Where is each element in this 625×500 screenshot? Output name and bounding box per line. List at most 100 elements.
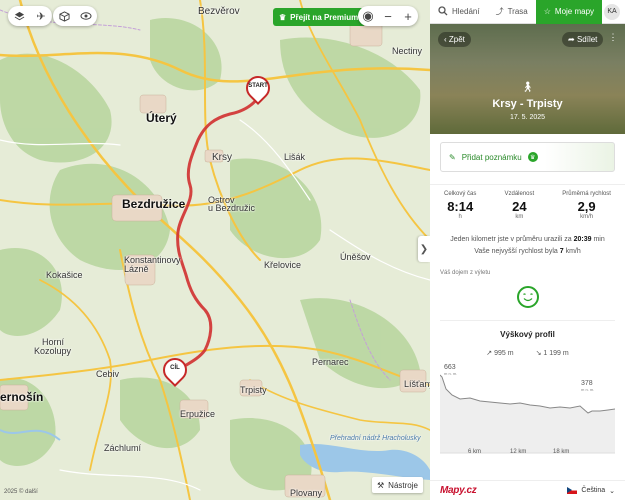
stat-value: 24	[512, 199, 527, 214]
search-icon	[438, 5, 448, 18]
stat-item: Vzdálenost 24 km	[504, 191, 534, 220]
place-label[interactable]: Krsy	[212, 152, 232, 163]
nav-mymaps[interactable]: ☆ Moje mapy	[535, 0, 603, 24]
tools-icon: ⚒	[377, 480, 385, 490]
speed-unit: km/h	[565, 248, 581, 255]
add-note-button[interactable]: ✎ Přidat poznámku ♛	[440, 142, 615, 172]
airplane-icon[interactable]: ✈	[30, 6, 52, 26]
speed-value: 7	[559, 248, 564, 255]
ascent-value: 995 m	[494, 350, 514, 357]
add-note-label: Přidat poznámku	[461, 152, 522, 162]
profile-tick-6: 6 km	[468, 449, 481, 455]
place-label[interactable]: Bezdružice	[122, 197, 185, 211]
place-label[interactable]: Lázně	[124, 264, 149, 274]
map-background	[0, 0, 430, 500]
map-toolbar-left: ✈	[8, 6, 52, 26]
place-label[interactable]: Lišák	[284, 152, 305, 162]
place-label[interactable]: Pernarec	[312, 357, 349, 367]
place-label[interactable]: Kokašice	[46, 270, 83, 280]
place-label[interactable]: ernošín	[0, 390, 43, 404]
zoom-out-button[interactable]: −	[378, 9, 398, 24]
back-label: Zpět	[448, 35, 465, 44]
nav-route[interactable]: ⤴ Trasa	[488, 0, 536, 24]
profile-tick-18: 18 km	[553, 449, 569, 455]
place-label[interactable]: u Bezdružic	[208, 203, 255, 213]
profile-tick-12: 12 km	[510, 449, 526, 455]
place-label[interactable]: Erpužice	[180, 409, 215, 419]
place-label[interactable]: Křelovice	[264, 260, 301, 270]
tools-button[interactable]: ⚒ Nástroje	[372, 477, 423, 493]
mapy-logo[interactable]: Mapy.cz	[440, 485, 477, 496]
route-icon: ⤴	[495, 7, 504, 16]
max-elevation-unit: m n. m.	[444, 371, 457, 376]
map-canvas[interactable]: Bezvěrov Nectiny Úterý Krsy Lišák Bezdružice O…	[0, 0, 430, 500]
place-label[interactable]: Nectiny	[392, 46, 422, 56]
stat-value: 2,9	[577, 199, 596, 214]
place-label[interactable]: Plovany	[290, 488, 322, 498]
back-button[interactable]: ‹ Zpět	[438, 32, 471, 47]
trip-cover: ‹ Zpět ➦ Sdílet ⋮ 🚶︎ Krsy - Trpisty 17. …	[430, 24, 625, 134]
place-label[interactable]: Úněšov	[340, 252, 371, 262]
elevation-profile: Výškový profil ↗ 995 m ↘ 1 199 m 663 m n…	[440, 320, 615, 461]
premium-badge-icon: ♛	[527, 152, 538, 162]
place-label[interactable]: Záchlumí	[104, 443, 141, 453]
stat-unit: km/h	[580, 214, 594, 220]
place-label[interactable]: Kozolupy	[34, 346, 71, 356]
hiking-icon: 🚶︎	[521, 82, 534, 93]
eye-icon[interactable]	[75, 6, 97, 26]
chevron-down-icon: ⌄	[609, 487, 615, 495]
locate-icon[interactable]: ◉	[358, 8, 378, 24]
share-button[interactable]: ➦ Sdílet	[562, 32, 604, 47]
language-selector[interactable]: Čeština ⌄	[567, 487, 615, 495]
descent-value: 1 199 m	[543, 350, 569, 357]
place-label[interactable]: Líšťany	[404, 379, 430, 389]
more-icon[interactable]: ⋮	[606, 32, 620, 43]
descent: ↘ 1 199 m	[535, 350, 569, 357]
premium-label: Přejít na Premium	[290, 12, 359, 22]
place-label[interactable]: Úterý	[146, 111, 177, 125]
stat-unit: km	[515, 214, 524, 220]
cube-3d-icon[interactable]	[53, 6, 75, 26]
start-label: START	[248, 83, 268, 89]
pace-value: 20:39	[573, 236, 592, 243]
place-label[interactable]: Přehradní nádrž Hracholusky	[330, 435, 421, 442]
layers-icon[interactable]	[8, 6, 30, 26]
map-toolbar-right	[53, 6, 97, 26]
place-label[interactable]: Cebiv	[96, 369, 119, 379]
end-marker[interactable]: CÍL	[158, 353, 192, 387]
panel-toggle[interactable]: ❯	[418, 236, 430, 262]
pace-unit: min	[593, 236, 605, 243]
ascent: ↗ 995 m	[486, 350, 514, 357]
nav-search-label: Hledání	[452, 7, 480, 16]
share-label: Sdílet	[576, 35, 598, 44]
map-attribution: 2025 © další	[4, 489, 38, 495]
end-elevation: 378	[581, 380, 593, 387]
trip-title: Krsy - Trpisty	[492, 98, 563, 110]
nav-route-label: Trasa	[507, 7, 528, 16]
czech-flag-icon	[567, 487, 578, 494]
star-icon: ☆	[543, 7, 551, 16]
stat-unit: h	[458, 214, 462, 220]
pace-summary: Jeden kilometr jste v průměru urazili za…	[430, 234, 625, 258]
stat-label: Celkový čas	[444, 191, 477, 197]
panel-footer: Mapy.cz Čeština ⌄	[430, 480, 625, 500]
zoom-in-button[interactable]: +	[398, 9, 418, 24]
stat-value: 8:14	[447, 199, 474, 214]
stat-label: Vzdálenost	[504, 191, 535, 197]
smiley-icon[interactable]	[516, 286, 539, 308]
premium-button[interactable]: ♛ Přejít na Premium	[273, 8, 367, 26]
trip-stats: Celkový čas 8:14 h Vzdálenost 24 km Průměrná r…	[430, 184, 625, 220]
place-label[interactable]: Trpisty	[240, 385, 267, 395]
crown-icon: ♛	[279, 12, 287, 22]
nav-mymaps-label: Moje mapy	[554, 7, 595, 16]
place-label[interactable]: Bezvěrov	[198, 6, 240, 17]
start-marker[interactable]: START	[241, 71, 275, 105]
nav-search[interactable]: Hledání	[430, 0, 488, 24]
end-label: CÍL	[170, 365, 180, 371]
end-elevation-unit: m n. m.	[581, 387, 594, 392]
stat-label: Průměrná rychlost	[562, 191, 611, 197]
max-elevation: 663	[444, 364, 456, 371]
trip-date: 17. 5. 2025	[509, 114, 546, 121]
side-panel: Hledání ⤴ Trasa ☆ Moje mapy KA ‹ Zpět ➦ …	[430, 0, 625, 500]
avatar[interactable]: KA	[604, 3, 620, 20]
